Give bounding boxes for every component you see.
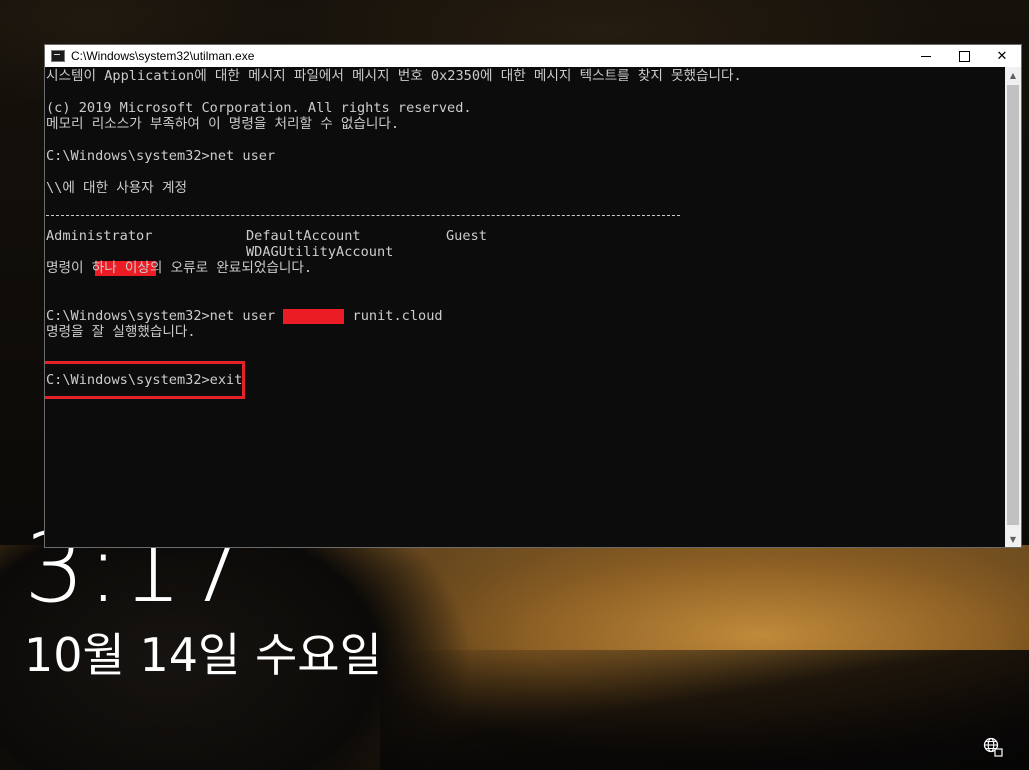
user-account-name: Administrator [46,228,153,244]
scrollbar-thumb[interactable] [1007,85,1019,525]
globe-network-icon[interactable] [983,737,1003,757]
command-line: C:\Windows\system32>net user runit.cloud [46,308,443,324]
user-account-name: Guest [446,228,487,244]
minimize-button[interactable] [907,45,945,67]
cmd-icon[interactable] [51,50,65,62]
console-output[interactable]: 시스템이 Application에 대한 메시지 파일에서 메시지 번호 0x2… [45,67,1005,547]
scroll-up-arrow-icon[interactable]: ▲ [1005,67,1021,83]
wallpaper-shadow [380,650,1029,770]
redacted-account-name [46,244,157,276]
close-icon: ✕ [996,48,1008,64]
console-line: 명령을 잘 실행했습니다. [46,324,196,340]
command-line: C:\Windows\system32>net user [46,148,276,164]
console-window[interactable]: C:\Windows\system32\utilman.exe ✕ 시스템이 A… [44,44,1022,548]
minimize-icon [921,55,931,57]
user-account-name: DefaultAccount [246,228,361,244]
scroll-down-arrow-icon[interactable]: ▼ [1005,531,1021,547]
highlight-box [45,361,245,399]
close-button[interactable]: ✕ [983,45,1021,67]
console-line: (c) 2019 Microsoft Corporation. All righ… [46,100,472,116]
command-argument: runit.cloud [352,308,443,324]
maximize-icon [958,50,970,62]
lockscreen-date: 10월 14일 수요일 [24,628,382,682]
console-line: 명령이 하나 이상의 오류로 완료되었습니다. [46,260,313,276]
console-line: 시스템이 Application에 대한 메시지 파일에서 메시지 번호 0x2… [46,68,742,84]
window-title: C:\Windows\system32\utilman.exe [71,49,255,63]
title-bar[interactable]: C:\Windows\system32\utilman.exe ✕ [45,45,1021,67]
command-text: C:\Windows\system32>net user [46,308,276,324]
vertical-scrollbar[interactable]: ▲ ▼ [1005,67,1021,547]
console-line: 메모리 리소스가 부족하여 이 명령을 처리할 수 없습니다. [46,116,400,132]
redaction-block [283,309,345,324]
separator-line [46,215,680,216]
maximize-button[interactable] [945,45,983,67]
console-line: \\에 대한 사용자 계정 [46,180,187,196]
user-account-name: WDAGUtilityAccount [246,244,394,260]
